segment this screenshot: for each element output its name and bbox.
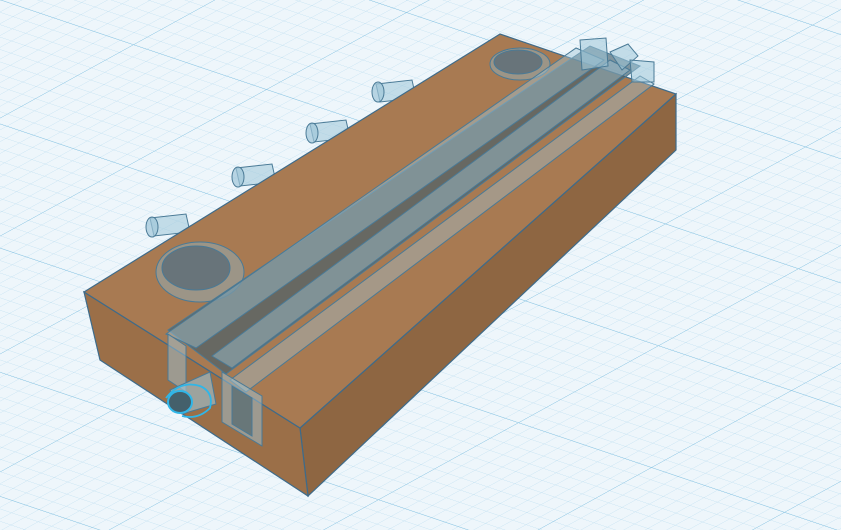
back-cap-1 — [579, 37, 609, 71]
3d-viewport[interactable] — [0, 0, 841, 530]
back-cap-3 — [629, 59, 655, 83]
design-canvas[interactable] — [0, 0, 841, 530]
rod-end[interactable] — [167, 390, 193, 414]
